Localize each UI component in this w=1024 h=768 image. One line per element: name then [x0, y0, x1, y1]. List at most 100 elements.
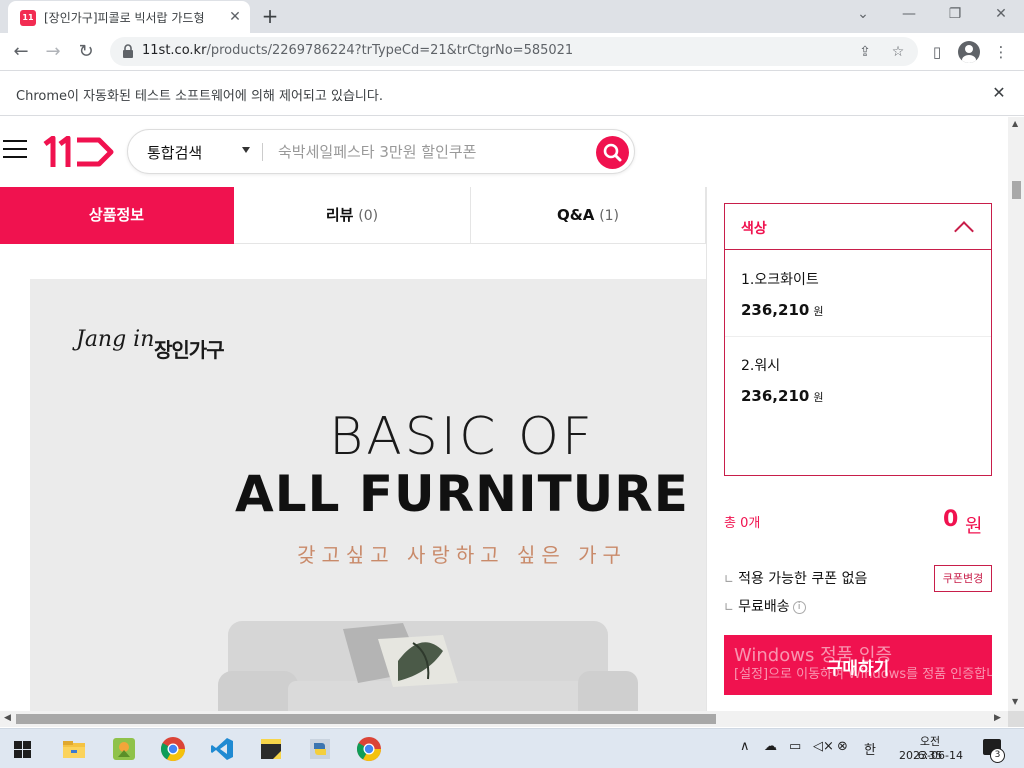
coupon-change-button[interactable]: 쿠폰변경: [934, 565, 992, 592]
option-price: 236,210 원: [741, 301, 823, 319]
product-tabs: 상품정보 리뷰 (0) Q&A (1): [0, 187, 706, 244]
ime-indicator[interactable]: 한: [864, 739, 876, 758]
shipping-info: ∟ 무료배송 i: [724, 596, 806, 616]
scroll-right-arrow-icon[interactable]: ▶: [994, 713, 1001, 723]
windows-start-icon[interactable]: [14, 741, 31, 758]
menu-kebab-icon[interactable]: ⋮: [990, 41, 1012, 63]
scroll-down-arrow-icon[interactable]: ▼: [1012, 697, 1018, 706]
chrome-icon[interactable]: [159, 735, 187, 763]
back-button[interactable]: ←: [8, 39, 34, 65]
bookmark-star-icon[interactable]: ☆: [887, 41, 909, 63]
search-category-select[interactable]: 통합검색: [147, 142, 202, 163]
minimize-button[interactable]: —: [886, 0, 932, 30]
maps-app-icon[interactable]: [110, 735, 138, 763]
buy-button[interactable]: Windows 정품 인증 [설정]으로 이동하여 Windows를 정품 인증…: [724, 635, 1008, 695]
url-path: /products/2269786224?trTypeCd=21&trCtgrN…: [206, 43, 574, 58]
total-price-unit: 원: [965, 515, 983, 537]
corner-bullet-icon: ∟: [724, 600, 735, 614]
restore-button[interactable]: ❐: [932, 0, 978, 30]
headline-basic-of: BASIC OF: [329, 407, 595, 467]
option-price-unit: 원: [813, 305, 824, 318]
search-button[interactable]: [596, 136, 629, 169]
shipping-text: 무료배송: [738, 599, 790, 615]
scroll-up-arrow-icon[interactable]: ▲: [1012, 119, 1018, 128]
onedrive-cloud-icon[interactable]: ☁: [764, 739, 777, 754]
tray-chevron-up-icon[interactable]: ∧: [740, 739, 750, 754]
site-header: 통합검색: [0, 117, 1008, 187]
buy-button-label: 구매하기: [826, 659, 890, 679]
option-price: 236,210 원: [741, 387, 823, 405]
tab-count: (1): [599, 208, 620, 224]
clock-date[interactable]: 2023-06-14: [896, 749, 966, 762]
11st-logo[interactable]: [43, 136, 115, 168]
horizontal-scroll-thumb[interactable]: [16, 714, 716, 724]
chrome-running-icon[interactable]: [355, 735, 383, 763]
network-icon[interactable]: ▭: [789, 739, 801, 754]
purchase-panel: 색상 1.오크화이트 236,210 원 2.워시 236,210 원 총 0개 0…: [706, 187, 1008, 711]
new-tab-button[interactable]: +: [258, 4, 282, 28]
sticky-notes-icon[interactable]: [257, 735, 285, 763]
infobar-text: Chrome이 자동화된 테스트 소프트웨어에 의해 제어되고 있습니다.: [16, 89, 383, 104]
browser-toolbar: ← → ↻ 11st.co.kr/products/2269786224?trT…: [0, 33, 1024, 71]
total-price: 0: [943, 507, 959, 532]
address-bar[interactable]: 11st.co.kr/products/2269786224?trTypeCd=…: [110, 37, 918, 66]
hamburger-menu-icon[interactable]: [3, 139, 27, 159]
file-explorer-icon[interactable]: [60, 735, 88, 763]
url-host: 11st.co.kr: [142, 43, 207, 58]
python-icon[interactable]: [306, 735, 334, 763]
infobar-close-icon[interactable]: ✕: [988, 82, 1010, 104]
tab-title: [장인가구]피콜로 빅서랍 가드형: [44, 11, 205, 25]
total-count: 총 0개: [724, 516, 761, 531]
tab-count: (0): [358, 208, 379, 224]
brand-name: 장인가구: [154, 338, 225, 362]
search-input[interactable]: [278, 139, 588, 165]
color-option-box: 색상 1.오크화이트 236,210 원 2.워시 236,210 원: [724, 203, 992, 476]
tab-label: 상품정보: [88, 206, 145, 224]
option-price-value: 236,210: [741, 387, 810, 405]
coupon-status: ∟ 적용 가능한 쿠폰 없음: [724, 568, 867, 588]
profile-avatar-icon[interactable]: [958, 41, 980, 63]
notification-count-badge: 3: [990, 748, 1005, 763]
screen: 11 [장인가구]피콜로 빅서랍 가드형 ✕ + ⌄ — ❐ ✕ ← → ↻ 1…: [0, 0, 1024, 768]
option-item-oak-white[interactable]: 1.오크화이트 236,210 원: [725, 251, 991, 337]
chevron-up-icon[interactable]: [954, 221, 974, 241]
window-close-button[interactable]: ✕: [978, 0, 1024, 30]
search-divider: [262, 143, 263, 161]
windows-taskbar: ∧ ☁ ▭ ◁× ⊗ 한 오전 6:35 2023-06-14 3: [0, 728, 1024, 768]
tab-close-icon[interactable]: ✕: [226, 8, 244, 26]
color-option-header[interactable]: 색상: [725, 204, 991, 250]
headline-all-furniture: ALL FURNITURE: [235, 465, 689, 523]
blocked-icon[interactable]: ⊗: [837, 739, 848, 754]
tab-search-icon[interactable]: ⌄: [840, 0, 886, 30]
brand-script-logo: Jang in: [76, 327, 155, 352]
search-box: 통합검색: [127, 129, 635, 174]
scrollbar-corner: [1008, 711, 1024, 727]
tab-strip: 11 [장인가구]피콜로 빅서랍 가드형 ✕ + ⌄ — ❐ ✕: [0, 0, 1024, 33]
horizontal-scrollbar[interactable]: ◀ ▶: [0, 711, 1008, 727]
browser-tab[interactable]: 11 [장인가구]피콜로 빅서랍 가드형 ✕: [8, 1, 250, 33]
tab-qna[interactable]: Q&A (1): [471, 187, 706, 244]
url-text: 11st.co.kr/products/2269786224?trTypeCd=…: [142, 43, 573, 58]
vertical-scroll-thumb[interactable]: [1012, 181, 1021, 199]
reload-button[interactable]: ↻: [73, 39, 99, 65]
search-icon: [603, 143, 622, 162]
option-item-wash[interactable]: 2.워시 236,210 원: [725, 337, 991, 423]
forward-button[interactable]: →: [40, 39, 66, 65]
vscode-icon[interactable]: [208, 735, 236, 763]
tab-label: 리뷰: [325, 206, 354, 224]
scroll-left-arrow-icon[interactable]: ◀: [4, 713, 11, 723]
share-icon[interactable]: ⇪: [854, 41, 876, 63]
favicon-icon: 11: [20, 10, 36, 26]
info-icon[interactable]: i: [792, 600, 806, 614]
lock-icon: [123, 44, 133, 58]
caret-down-icon[interactable]: [242, 147, 250, 153]
tab-reviews[interactable]: 리뷰 (0): [234, 187, 471, 244]
vertical-scrollbar[interactable]: ▲ ▼: [1008, 117, 1024, 711]
color-option-label: 색상: [741, 221, 767, 237]
tab-product-info[interactable]: 상품정보: [0, 187, 234, 244]
volume-muted-icon[interactable]: ◁×: [813, 739, 834, 754]
coupon-text: 적용 가능한 쿠폰 없음: [738, 571, 868, 587]
side-panel-icon[interactable]: ▯: [926, 41, 948, 63]
automation-infobar: Chrome이 자동화된 테스트 소프트웨어에 의해 제어되고 있습니다. ✕: [0, 72, 1024, 116]
page-viewport: 통합검색 상품정보 리뷰 (0): [0, 117, 1008, 711]
